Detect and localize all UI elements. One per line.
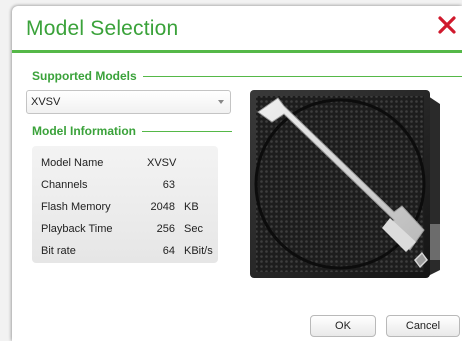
chevron-down-icon (218, 100, 224, 104)
ok-button[interactable]: OK (310, 315, 376, 337)
model-select-value: XVSV (31, 96, 61, 108)
speaker-product-image (244, 84, 442, 279)
info-unit: KB (184, 201, 199, 213)
model-select[interactable]: XVSV (26, 90, 231, 114)
info-value: 2048 (150, 201, 175, 213)
info-label: Channels (41, 179, 88, 191)
info-unit: KBit/s (184, 245, 213, 257)
info-label: Model Name (41, 157, 104, 169)
info-row-channels: Channels 63 (32, 174, 218, 196)
info-value: 64 (162, 245, 175, 257)
info-value: 63 (162, 179, 175, 191)
section-divider (142, 130, 232, 132)
info-row-flash-memory: Flash Memory 2048 KB (32, 196, 218, 218)
title-divider (12, 50, 462, 53)
supported-models-heading: Supported Models (32, 69, 462, 83)
info-row-bit-rate: Bit rate 64 KBit/s (32, 240, 218, 262)
info-row-playback-time: Playback Time 256 Sec (32, 218, 218, 240)
info-label: Bit rate (41, 245, 76, 257)
dialog-title: Model Selection (26, 17, 179, 40)
info-unit: Sec (184, 223, 203, 235)
model-information-label: Model Information (32, 124, 136, 138)
model-information-panel: Model Name XVSV Channels 63 Flash Memory… (32, 146, 218, 263)
info-label: Flash Memory (41, 201, 111, 213)
model-selection-dialog: Model Selection Supported Models XVSV Mo… (12, 6, 462, 341)
model-information-heading: Model Information (32, 124, 232, 138)
supported-models-label: Supported Models (32, 69, 137, 83)
section-divider (142, 75, 462, 77)
info-value: XVSV (147, 157, 177, 169)
info-label: Playback Time (41, 223, 113, 235)
cancel-button[interactable]: Cancel (386, 315, 460, 337)
info-value: 256 (156, 223, 175, 235)
close-icon[interactable] (434, 12, 460, 38)
info-row-model-name: Model Name XVSV (32, 152, 218, 174)
